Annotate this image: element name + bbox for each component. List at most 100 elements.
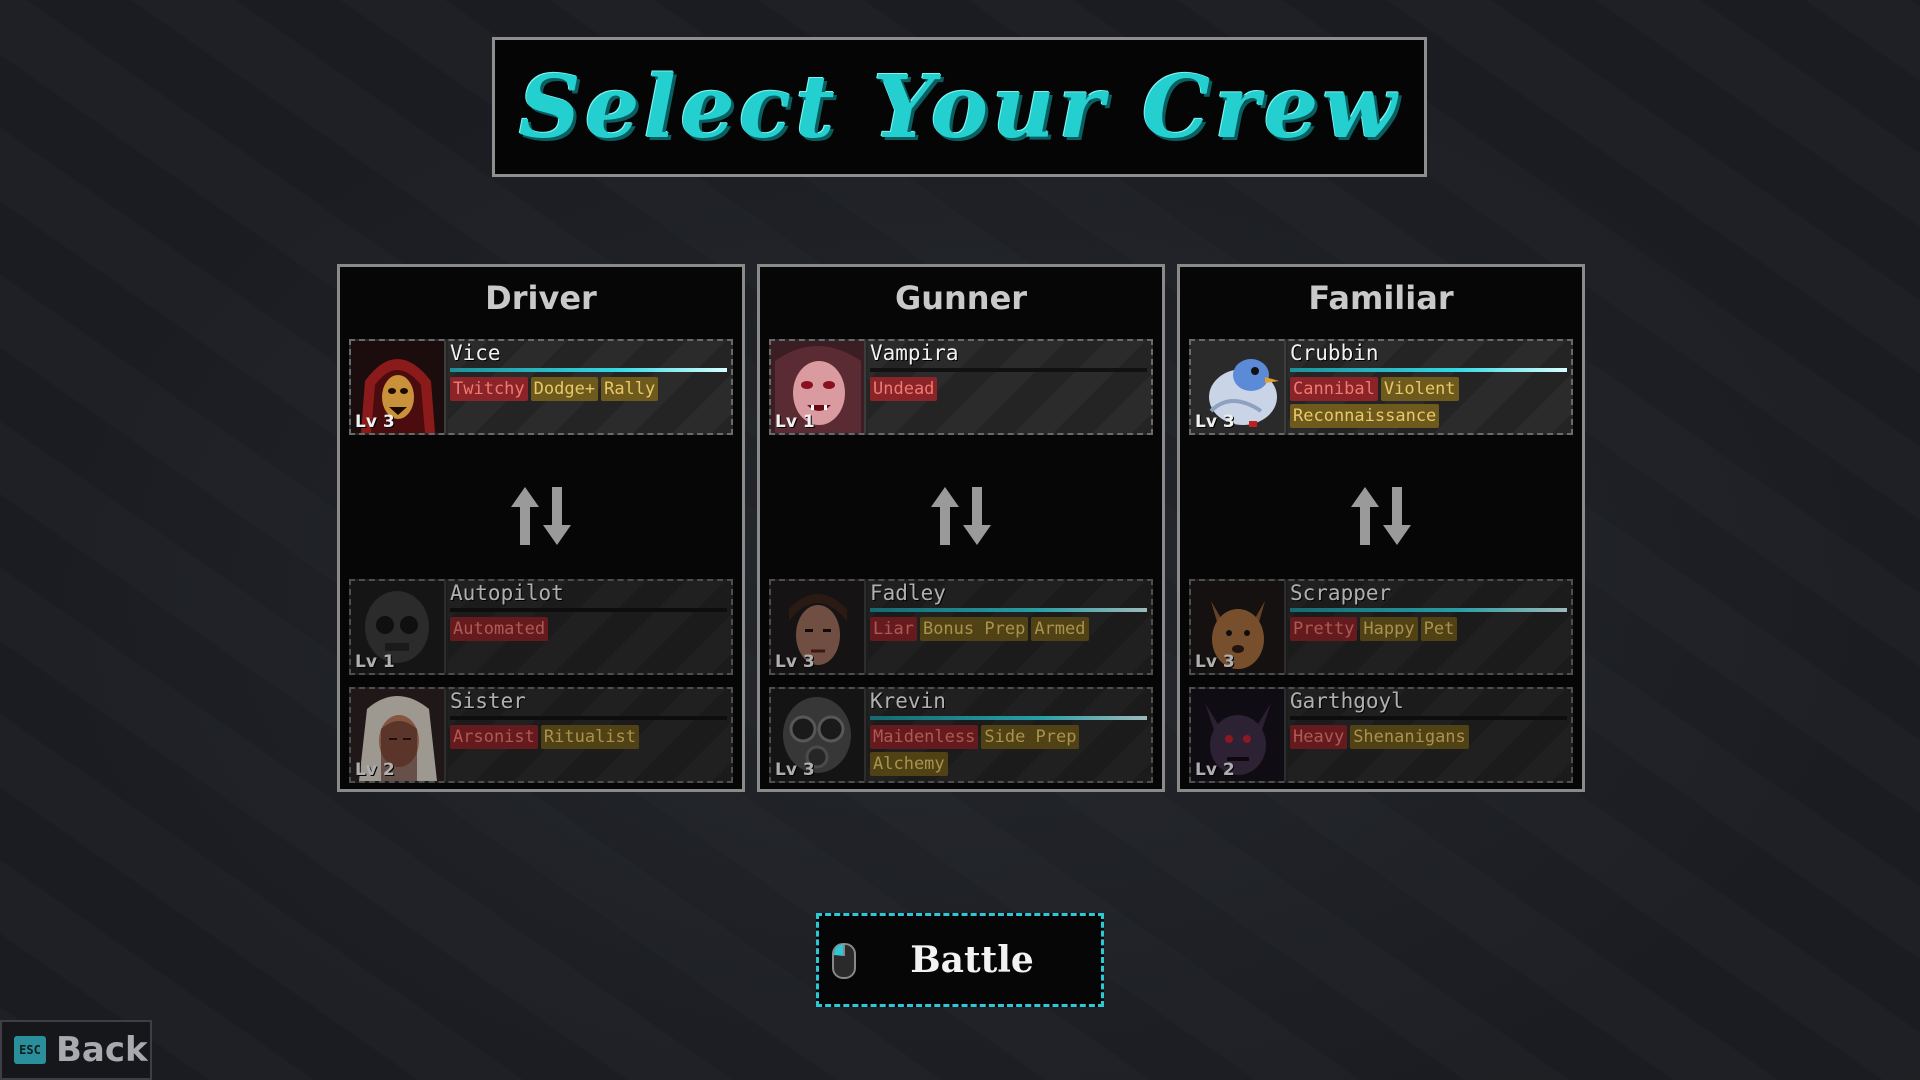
trait-tag[interactable]: Cannibal — [1290, 377, 1378, 401]
panel-title: Gunner — [894, 279, 1028, 317]
trait-tags: Twitchy Dodge+ Rally — [450, 377, 729, 401]
trait-tag[interactable]: Maidenless — [870, 725, 979, 749]
page-title: Select Your Crew — [518, 56, 1401, 158]
health-bar — [450, 608, 727, 612]
crew-panel-familiar: Familiar Lv 3 Crubbin Cannibal Violent Reconn… — [1177, 264, 1585, 792]
trait-tag[interactable]: Shenanigans — [1350, 725, 1469, 749]
level-label: Lv 2 — [355, 760, 395, 780]
battle-button[interactable]: Battle — [816, 913, 1104, 1007]
crew-info: Fadley Liar Bonus Prep Armed — [868, 581, 1151, 673]
crew-name: Vampira — [870, 341, 959, 365]
level-label: Lv 3 — [355, 412, 395, 432]
brown-dog-portrait: Lv 3 — [1191, 581, 1286, 673]
crew-panel-gunner: Gunner Lv 1 Vampira Undead Lv 3 Fadley Liar Bon… — [757, 264, 1165, 792]
health-bar-fill — [450, 368, 727, 372]
gas-mask-portrait: Lv 3 — [771, 689, 866, 781]
trait-tags: Undead — [870, 377, 1149, 401]
health-bar — [1290, 608, 1567, 612]
level-label: Lv 2 — [1195, 760, 1235, 780]
crew-name: Krevin — [870, 689, 946, 713]
health-bar — [870, 716, 1147, 720]
trait-tag[interactable]: Ritualist — [540, 725, 640, 749]
crew-card-autopilot[interactable]: Lv 1 Autopilot Automated — [349, 579, 733, 675]
health-bar — [450, 716, 727, 720]
crew-card-scrapper[interactable]: Lv 3 Scrapper Pretty Happy Pet — [1189, 579, 1573, 675]
blue-pigeon-portrait: Lv 3 — [1191, 341, 1286, 433]
health-bar-fill — [870, 716, 1147, 720]
trait-tag[interactable]: Heavy — [1290, 725, 1348, 749]
trait-tag[interactable]: Armed — [1031, 617, 1089, 641]
trait-tags: Pretty Happy Pet — [1290, 617, 1569, 641]
trait-tag[interactable]: Arsonist — [450, 725, 538, 749]
trait-tag[interactable]: Side Prep — [981, 725, 1080, 749]
crew-name: Sister — [450, 689, 526, 713]
swap-arrows-icon[interactable] — [1180, 485, 1582, 545]
panel-title: Familiar — [1308, 279, 1454, 317]
red-hooded-figure-portrait: Lv 3 — [351, 341, 446, 433]
swap-arrows-icon[interactable] — [760, 485, 1162, 545]
health-bar — [870, 368, 1147, 372]
dark-haired-man-portrait: Lv 3 — [771, 581, 866, 673]
crew-name: Autopilot — [450, 581, 564, 605]
health-bar-fill — [870, 608, 1147, 612]
crew-info: Autopilot Automated — [448, 581, 731, 673]
mouse-left-click-icon — [832, 943, 856, 979]
swap-arrows-icon[interactable] — [340, 485, 742, 545]
crew-info: Krevin Maidenless Side Prep Alchemy — [868, 689, 1151, 781]
trait-tag[interactable]: Alchemy — [870, 752, 948, 776]
crew-info: Scrapper Pretty Happy Pet — [1288, 581, 1571, 673]
crew-name: Garthgoyl — [1290, 689, 1404, 713]
trait-tag[interactable]: Violent — [1380, 377, 1459, 401]
trait-tag[interactable]: Liar — [870, 617, 917, 641]
level-label: Lv 3 — [775, 652, 815, 672]
crew-card-vampira[interactable]: Lv 1 Vampira Undead — [769, 339, 1153, 435]
trait-tag[interactable]: Undead — [870, 377, 938, 401]
crew-card-sister[interactable]: Lv 2 Sister Arsonist Ritualist — [349, 687, 733, 783]
health-bar — [870, 608, 1147, 612]
trait-tag[interactable]: Pretty — [1290, 617, 1358, 641]
trait-tag[interactable]: Pet — [1420, 617, 1458, 641]
trait-tag[interactable]: Reconnaissance — [1290, 404, 1440, 428]
crew-card-fadley[interactable]: Lv 3 Fadley Liar Bonus Prep Armed — [769, 579, 1153, 675]
esc-key-icon: ESC — [14, 1036, 46, 1064]
robot-mask-portrait: Lv 1 — [351, 581, 446, 673]
title-banner: Select Your Crew — [492, 37, 1427, 177]
crew-name: Vice — [450, 341, 501, 365]
crew-card-garthgoyl[interactable]: Lv 2 Garthgoyl Heavy Shenanigans — [1189, 687, 1573, 783]
level-label: Lv 3 — [775, 760, 815, 780]
trait-tag[interactable]: Automated — [450, 617, 549, 641]
crew-name: Crubbin — [1290, 341, 1379, 365]
health-bar — [1290, 716, 1567, 720]
trait-tag[interactable]: Rally — [601, 377, 659, 401]
crew-card-crubbin[interactable]: Lv 3 Crubbin Cannibal Violent Reconnaissance — [1189, 339, 1573, 435]
trait-tag[interactable]: Twitchy — [450, 377, 528, 401]
crew-info: Vampira Undead — [868, 341, 1151, 433]
crew-card-krevin[interactable]: Lv 3 Krevin Maidenless Side Prep Alchemy — [769, 687, 1153, 783]
crew-info: Crubbin Cannibal Violent Reconnaissance — [1288, 341, 1571, 433]
trait-tags: Cannibal Violent Reconnaissance — [1290, 377, 1569, 428]
crew-info: Garthgoyl Heavy Shenanigans — [1288, 689, 1571, 781]
level-label: Lv 1 — [355, 652, 395, 672]
hooded-nun-portrait: Lv 2 — [351, 689, 446, 781]
crew-info: Vice Twitchy Dodge+ Rally — [448, 341, 731, 433]
crew-name: Fadley — [870, 581, 946, 605]
back-button-label: Back — [56, 1030, 148, 1070]
crew-card-vice[interactable]: Lv 3 Vice Twitchy Dodge+ Rally — [349, 339, 733, 435]
trait-tag[interactable]: Dodge+ — [530, 377, 599, 401]
health-bar-fill — [1290, 368, 1567, 372]
crew-info: Sister Arsonist Ritualist — [448, 689, 731, 781]
trait-tag[interactable]: Bonus Prep — [919, 617, 1029, 641]
level-label: Lv 1 — [775, 412, 815, 432]
level-label: Lv 3 — [1195, 652, 1235, 672]
health-bar — [450, 368, 727, 372]
crew-name: Scrapper — [1290, 581, 1392, 605]
trait-tag[interactable]: Happy — [1360, 617, 1418, 641]
vampire-woman-portrait: Lv 1 — [771, 341, 866, 433]
trait-tags: Maidenless Side Prep Alchemy — [870, 725, 1149, 776]
level-label: Lv 3 — [1195, 412, 1235, 432]
health-bar-fill — [1290, 608, 1567, 612]
crew-panel-driver: Driver Lv 3 Vice Twitchy Dodge+ Rally Lv 1 Auto… — [337, 264, 745, 792]
health-bar — [1290, 368, 1567, 372]
panel-title: Driver — [485, 279, 597, 317]
back-button[interactable]: ESC Back — [0, 1020, 152, 1080]
